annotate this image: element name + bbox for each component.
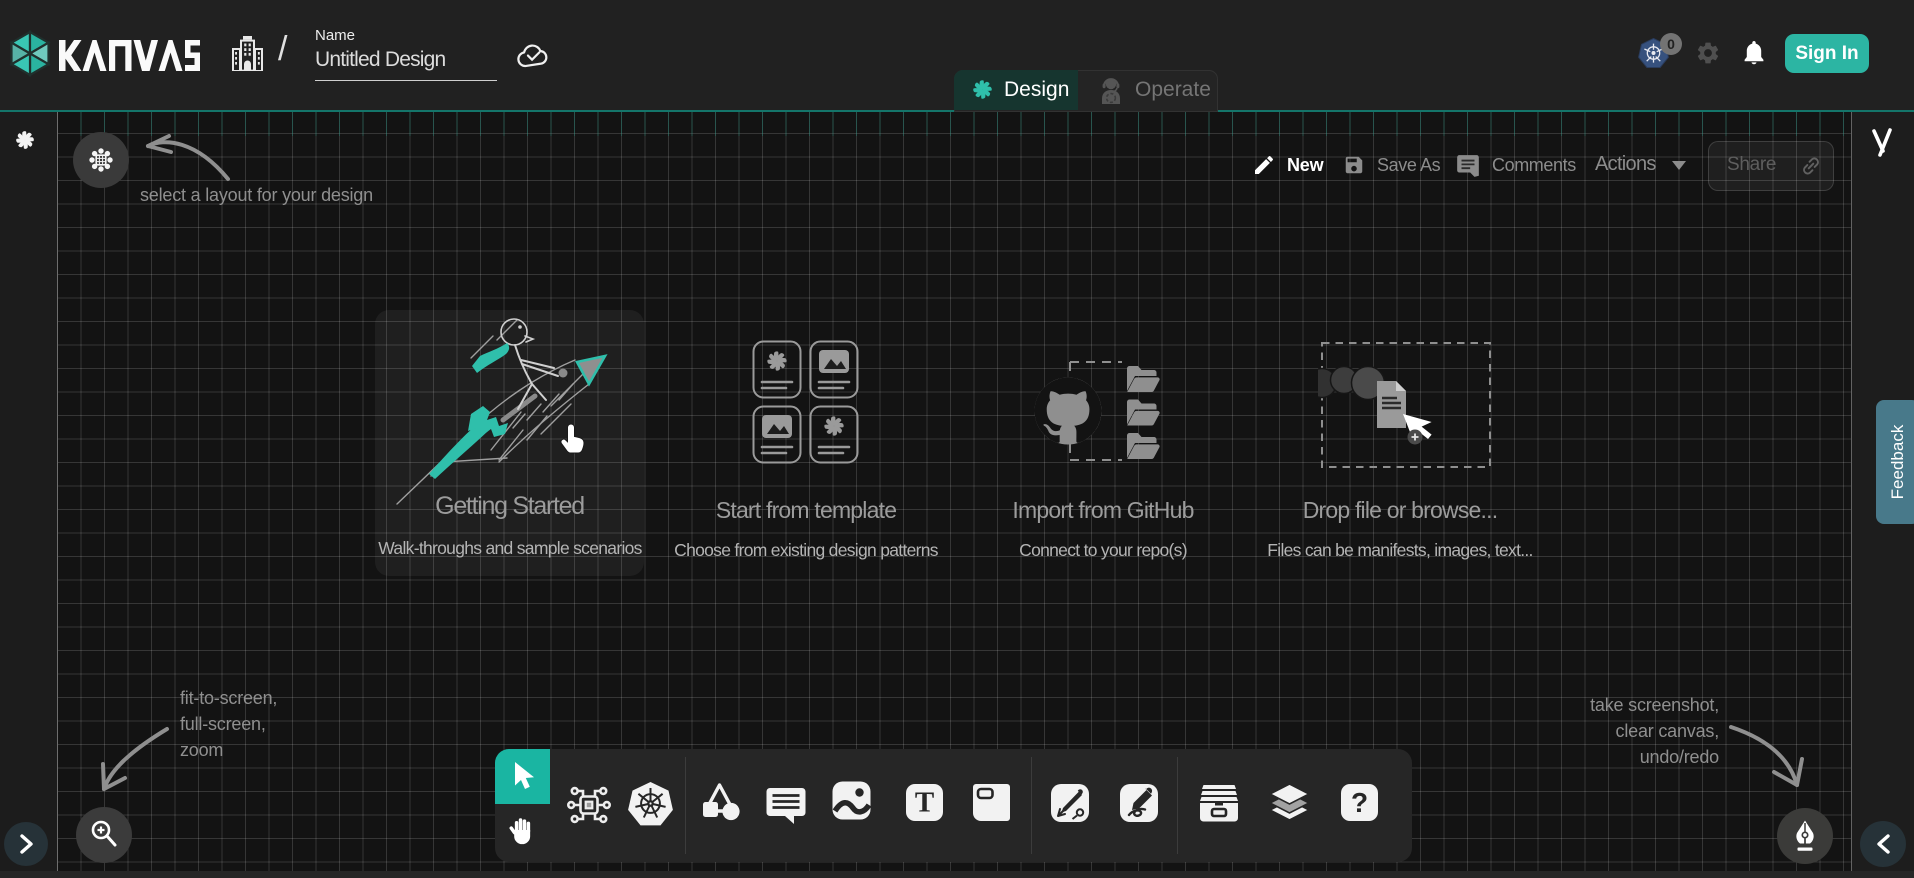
svg-text:T: T xyxy=(915,787,934,819)
svg-text:?: ? xyxy=(1351,787,1368,818)
